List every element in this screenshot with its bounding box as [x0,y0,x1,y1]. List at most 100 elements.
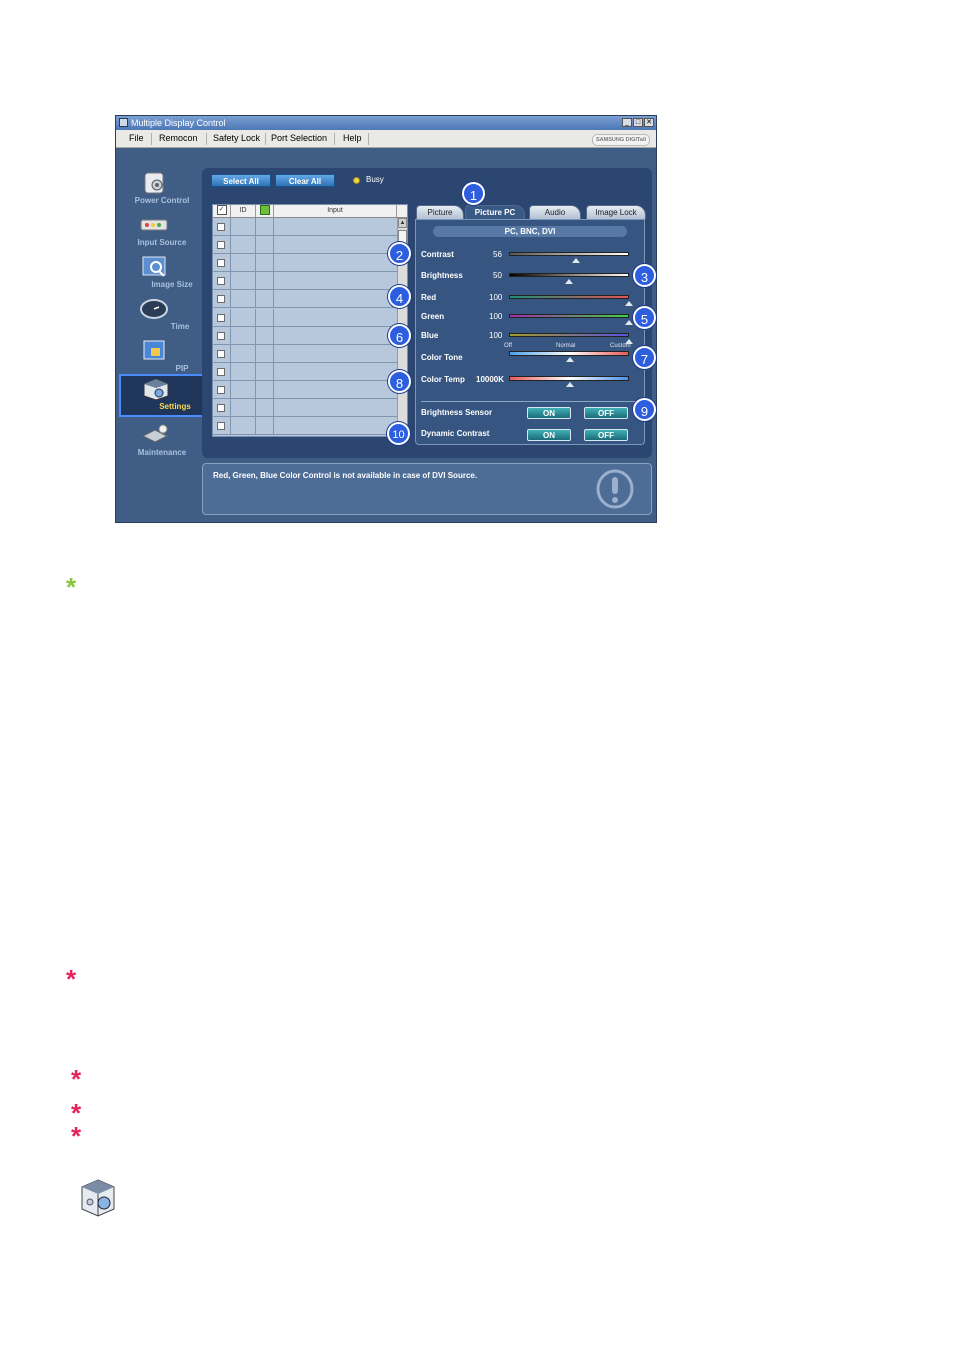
nav-label: Maintenance [137,448,187,457]
menu-help[interactable]: Help [343,133,362,143]
nav-pip[interactable]: PIP [119,338,205,378]
contrast-slider[interactable] [509,252,629,256]
nav-label: Input Source [137,238,187,247]
table-row[interactable] [213,417,397,436]
select-all-checkbox[interactable]: ✓ [213,205,231,217]
power-control-icon [144,172,164,194]
row-checkbox[interactable] [217,404,225,412]
nav-settings[interactable]: Settings [119,374,205,417]
table-row[interactable] [213,399,397,417]
row-input-cell [274,417,397,434]
table-row[interactable] [213,362,397,381]
grid-header: ✓ ID Input [213,205,407,218]
row-checkbox[interactable] [217,295,225,304]
contrast-value: 56 [493,250,502,259]
message-panel: Red, Green, Blue Color Control is not av… [202,463,652,515]
input-source-icon [140,219,168,231]
row-power-cell [256,254,274,272]
table-row[interactable] [213,236,397,255]
row-checkbox[interactable] [217,259,225,268]
table-row[interactable] [213,344,397,363]
red-slider[interactable] [509,295,629,299]
menu-separator [265,133,266,145]
table-row[interactable] [213,380,397,399]
dynamic-contrast-on-button[interactable]: ON [527,429,571,441]
tab-image-lock[interactable]: Image Lock [586,205,646,219]
green-slider[interactable] [509,314,629,318]
tab-audio[interactable]: Audio [529,205,581,219]
dynamic-contrast-off-button[interactable]: OFF [584,429,628,441]
table-row[interactable] [213,272,397,291]
clear-all-button[interactable]: Clear All [275,174,335,187]
tab-picture-pc[interactable]: Picture PC [465,205,525,219]
row-checkbox[interactable] [217,385,225,394]
row-checkbox[interactable] [217,422,225,431]
color-temp-slider[interactable] [509,376,629,381]
menu-file[interactable]: File [129,133,144,143]
row-id-cell [231,362,256,380]
brightness-sensor-on-button[interactable]: ON [527,407,571,419]
row-checkbox[interactable] [217,349,225,358]
row-power-cell [256,344,274,362]
row-checkbox[interactable] [217,313,225,322]
brightness-slider[interactable] [509,273,629,277]
row-checkbox[interactable] [217,277,225,286]
color-tone-option-off: Off [504,343,512,349]
column-power[interactable] [256,205,274,217]
table-row[interactable] [213,290,397,309]
select-all-button[interactable]: Select All [211,174,271,187]
note-bullet-green-icon: * [66,572,77,602]
contrast-slider-handle[interactable] [572,258,581,263]
close-button[interactable]: ✕ [644,118,654,127]
row-checkbox[interactable] [217,223,225,231]
row-checkbox[interactable] [217,241,225,250]
minimize-button[interactable]: _ [622,118,632,127]
table-row[interactable] [213,308,397,327]
callout-2: 2 [388,242,411,265]
color-temp-slider-handle[interactable] [566,382,574,387]
pip-icon [143,340,165,360]
nav-maintenance[interactable]: Maintenance [119,422,205,462]
color-tone-option-normal: Normal [556,343,576,349]
red-slider-handle[interactable] [625,301,633,306]
color-tone-slider-handle[interactable] [566,357,574,362]
app-icon [119,118,128,127]
column-input[interactable]: Input [274,205,397,217]
row-select-cell [213,236,231,254]
row-id-cell [231,290,256,308]
color-temp-value: 10000K [476,375,505,384]
brightness-sensor-label: Brightness Sensor [421,408,493,417]
menu-port-selection[interactable]: Port Selection [271,133,327,143]
nav-time[interactable]: Time [119,296,205,336]
maintenance-icon [141,424,169,443]
nav-power-control[interactable]: Power Control [119,170,205,210]
table-row[interactable] [213,254,397,273]
table-row[interactable] [213,218,397,236]
row-checkbox[interactable] [217,331,225,340]
menu-safety-lock[interactable]: Safety Lock [213,133,260,143]
brightness-sensor-off-button[interactable]: OFF [584,407,628,419]
row-power-cell [256,308,274,326]
table-row[interactable] [213,326,397,345]
nav-input-source[interactable]: Input Source [119,212,205,252]
row-select-cell [213,254,231,272]
row-id-cell [231,254,256,272]
blue-slider[interactable] [509,333,629,337]
green-slider-handle[interactable] [625,320,633,325]
scroll-up-icon[interactable]: ▲ [398,218,407,228]
color-tone-slider[interactable] [509,351,629,356]
maximize-button[interactable]: □ [633,118,643,127]
nav-image-size[interactable]: Image Size [119,254,205,294]
row-id-cell [231,218,256,235]
row-input-cell [274,399,397,416]
menu-remocon[interactable]: Remocon [159,133,198,143]
brightness-slider-handle[interactable] [565,279,573,284]
callout-5: 5 [633,306,656,329]
nav-label: PIP [175,364,189,373]
tab-picture[interactable]: Picture [416,205,464,219]
menu-separator [206,133,207,145]
row-power-cell [256,362,274,380]
busy-label: Busy [366,175,384,184]
column-id[interactable]: ID [231,205,256,217]
row-checkbox[interactable] [217,367,225,376]
